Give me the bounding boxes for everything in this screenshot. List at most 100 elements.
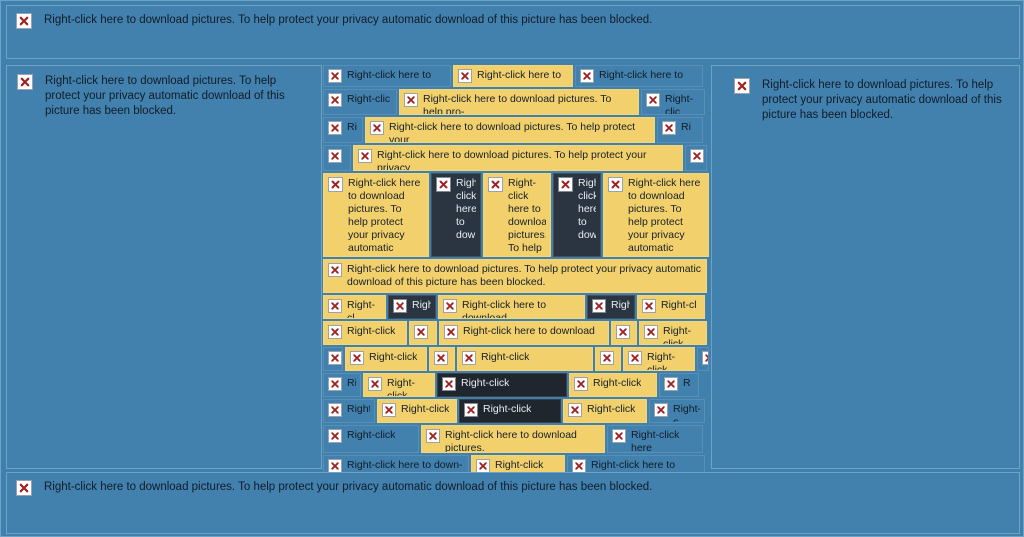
broken-image-icon[interactable] (580, 69, 594, 83)
broken-image-icon[interactable] (592, 299, 606, 313)
blocked-image-cell[interactable]: Ri (657, 117, 703, 143)
broken-image-icon[interactable] (558, 177, 573, 192)
broken-image-icon[interactable] (646, 93, 660, 107)
blocked-image-cell[interactable]: Ri (323, 373, 361, 397)
blocked-image-cell[interactable]: Right-click here to (323, 65, 451, 87)
broken-image-icon[interactable] (458, 69, 472, 83)
blocked-image-cell[interactable]: Right-click here to (453, 65, 573, 87)
blocked-image-cell[interactable] (697, 347, 709, 371)
broken-image-icon[interactable] (16, 480, 32, 496)
blocked-image-cell[interactable]: Right-cl (323, 295, 386, 319)
broken-image-icon[interactable] (616, 325, 630, 339)
broken-image-icon[interactable] (642, 299, 656, 313)
blocked-image-cell[interactable]: Right-click here to download pictures. T… (399, 89, 639, 115)
blocked-image-cell[interactable]: Right-click here to download pictures. T… (353, 145, 683, 171)
blocked-image-cell[interactable]: Right-click here to download pictures. T… (483, 173, 551, 257)
broken-image-icon[interactable] (628, 351, 642, 365)
blocked-image-cell[interactable]: Right-click here to download pictures. T… (323, 259, 707, 293)
broken-image-icon[interactable] (464, 403, 478, 417)
blocked-image-cell[interactable]: Right-click here to download pictures. T… (323, 173, 429, 257)
blocked-image-cell[interactable] (595, 347, 621, 371)
bottom-blocked-image-banner[interactable]: Right-click here to download pictures. T… (6, 472, 1020, 534)
blocked-image-cell[interactable]: Right-click here to (575, 65, 703, 87)
broken-image-icon[interactable] (690, 149, 704, 163)
blocked-image-cell[interactable]: Right-click (563, 399, 647, 423)
blocked-image-cell[interactable]: Right-click (459, 399, 561, 423)
broken-image-icon[interactable] (434, 351, 448, 365)
broken-image-icon[interactable] (370, 121, 384, 135)
broken-image-icon[interactable] (328, 121, 342, 135)
broken-image-icon[interactable] (574, 377, 588, 391)
broken-image-icon[interactable] (358, 149, 372, 163)
broken-image-icon[interactable] (436, 177, 451, 192)
blocked-image-cell[interactable]: Right-click (363, 373, 435, 397)
broken-image-icon[interactable] (328, 429, 342, 443)
broken-image-icon[interactable] (328, 403, 342, 417)
blocked-image-cell[interactable]: Right-click here to download (438, 295, 585, 319)
broken-image-icon[interactable] (414, 325, 428, 339)
broken-image-icon[interactable] (16, 13, 32, 29)
broken-image-icon[interactable] (608, 177, 623, 192)
broken-image-icon[interactable] (734, 78, 750, 94)
top-blocked-image-banner[interactable]: Right-click here to download pictures. T… (6, 5, 1020, 59)
blocked-image-cell[interactable] (685, 145, 707, 171)
blocked-image-cell[interactable]: Right-clic (323, 89, 397, 115)
blocked-image-cell[interactable]: Right-click here to download (439, 321, 609, 345)
blocked-image-cell[interactable]: Right-clic (641, 89, 705, 115)
broken-image-icon[interactable] (368, 377, 382, 391)
broken-image-icon[interactable] (393, 299, 407, 313)
blocked-image-cell[interactable]: Right-click (437, 373, 567, 397)
blocked-image-cell[interactable] (429, 347, 455, 371)
broken-image-icon[interactable] (404, 93, 418, 107)
broken-image-icon[interactable] (328, 377, 342, 391)
blocked-image-cell[interactable]: Right-click (323, 321, 407, 345)
broken-image-icon[interactable] (426, 429, 440, 443)
blocked-image-cell[interactable]: Right-c (649, 399, 705, 423)
broken-image-icon[interactable] (328, 69, 342, 83)
blocked-image-cell[interactable]: Right-click (569, 373, 657, 397)
broken-image-icon[interactable] (328, 93, 342, 107)
broken-image-icon[interactable] (444, 325, 458, 339)
blocked-image-cell[interactable] (611, 321, 637, 345)
broken-image-icon[interactable] (442, 377, 456, 391)
broken-image-icon[interactable] (328, 351, 342, 365)
broken-image-icon[interactable] (328, 263, 342, 277)
broken-image-icon[interactable] (662, 121, 676, 135)
broken-image-icon[interactable] (476, 459, 490, 473)
blocked-image-cell[interactable]: Right-click (377, 399, 457, 423)
broken-image-icon[interactable] (382, 403, 396, 417)
blocked-image-cell[interactable] (323, 145, 351, 171)
blocked-image-cell[interactable]: Right-click here to download pictures. (421, 425, 605, 453)
broken-image-icon[interactable] (568, 403, 582, 417)
broken-image-icon[interactable] (462, 351, 476, 365)
right-blocked-image-panel[interactable]: Right-click here to download pictures. T… (711, 65, 1020, 469)
blocked-image-cell[interactable]: Right- (323, 399, 375, 423)
broken-image-icon[interactable] (328, 325, 342, 339)
blocked-image-cell[interactable] (409, 321, 437, 345)
blocked-image-cell[interactable]: Right-click (639, 321, 707, 345)
broken-image-icon[interactable] (600, 351, 614, 365)
blocked-image-cell[interactable]: Right-click here (607, 425, 703, 453)
broken-image-icon[interactable] (328, 177, 343, 192)
blocked-image-cell[interactable]: Right-click (323, 425, 419, 453)
broken-image-icon[interactable] (644, 325, 658, 339)
left-blocked-image-panel[interactable]: Right-click here to download pictures. T… (6, 65, 322, 469)
broken-image-icon[interactable] (702, 351, 708, 365)
broken-image-icon[interactable] (328, 299, 342, 313)
broken-image-icon[interactable] (443, 299, 457, 313)
blocked-image-cell[interactable]: Right-cl (637, 295, 705, 319)
blocked-image-cell[interactable]: Right-click here to download pictures. T… (365, 117, 655, 143)
blocked-image-cell[interactable]: Right-click here to dow (431, 173, 481, 257)
blocked-image-cell[interactable]: Right-click here to dow (553, 173, 601, 257)
broken-image-icon[interactable] (350, 351, 364, 365)
blocked-image-cell[interactable] (323, 347, 343, 371)
broken-image-icon[interactable] (488, 177, 503, 192)
blocked-image-cell[interactable]: Right-click (345, 347, 427, 371)
broken-image-icon[interactable] (612, 429, 626, 443)
blocked-image-cell[interactable]: Right (587, 295, 635, 319)
broken-image-icon[interactable] (654, 403, 668, 417)
blocked-image-cell[interactable]: Right (388, 295, 436, 319)
broken-image-icon[interactable] (328, 459, 342, 473)
broken-image-icon[interactable] (572, 459, 586, 473)
broken-image-icon[interactable] (17, 74, 33, 90)
